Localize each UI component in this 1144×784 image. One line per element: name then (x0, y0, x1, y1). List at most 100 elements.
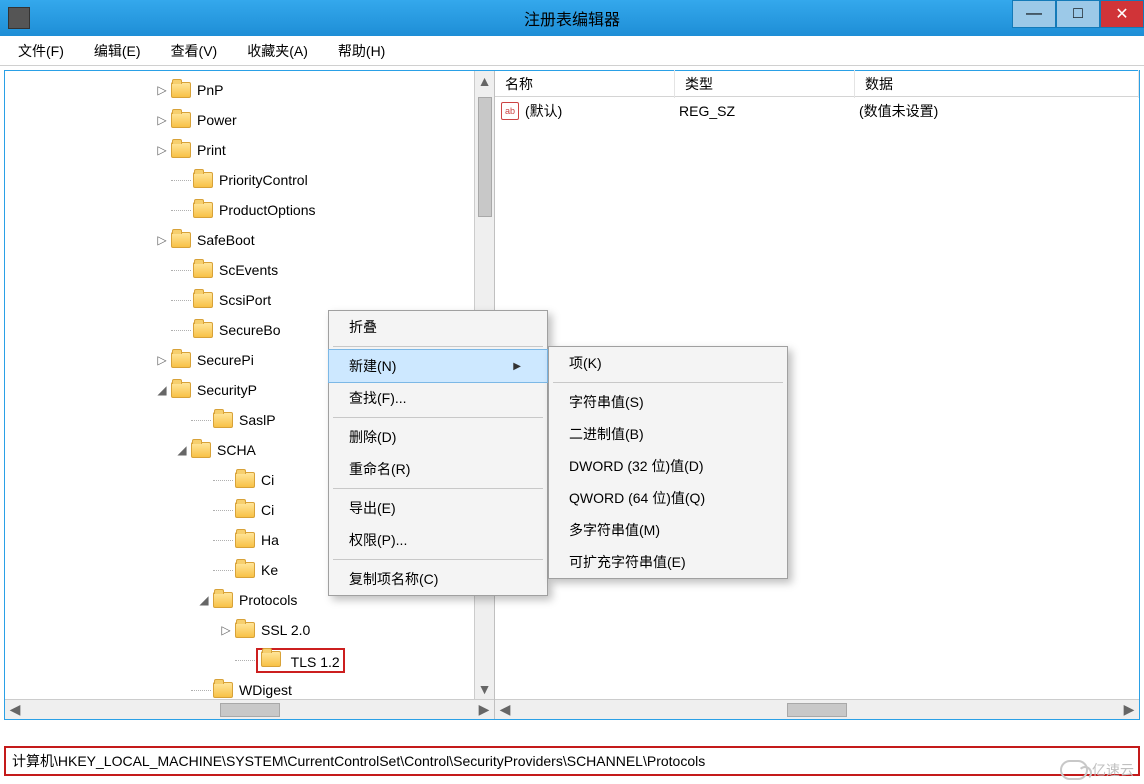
scroll-thumb[interactable] (478, 97, 492, 217)
menu-help[interactable]: 帮助(H) (332, 37, 391, 65)
scroll-thumb[interactable] (787, 703, 847, 717)
tree-horizontal-scrollbar[interactable]: ◀ ▶ (5, 699, 494, 719)
folder-icon (213, 592, 233, 608)
tree-item-wdigest[interactable]: WDigest (5, 675, 494, 699)
tree-item-ssl-2-0[interactable]: ▷SSL 2.0 (5, 615, 494, 645)
ctx-delete[interactable]: 删除(D) (329, 421, 547, 453)
ctx-rename[interactable]: 重命名(R) (329, 453, 547, 485)
ctx-new[interactable]: 新建(N) ▶ (329, 350, 547, 382)
tree-item-power[interactable]: ▷ Power (5, 105, 494, 135)
ctx-new-multi-string-label: 多字符串值(M) (569, 520, 660, 540)
tree-item-label: Protocols (239, 592, 297, 608)
folder-icon (171, 82, 191, 98)
folder-icon (193, 172, 213, 188)
column-type[interactable]: 类型 (675, 70, 855, 98)
tree-item-scevents[interactable]: ScEvents (5, 255, 494, 285)
ctx-export[interactable]: 导出(E) (329, 492, 547, 524)
column-name[interactable]: 名称 (495, 70, 675, 98)
folder-icon (171, 232, 191, 248)
menu-bar: 文件(F) 编辑(E) 查看(V) 收藏夹(A) 帮助(H) (0, 36, 1144, 66)
tree-item-label: Ke (261, 562, 278, 578)
ctx-copy-key-name[interactable]: 复制项名称(C) (329, 563, 547, 595)
tree-item-safeboot[interactable]: ▷ SafeBoot (5, 225, 494, 255)
close-button[interactable]: ✕ (1100, 0, 1144, 28)
tree-item-label: PriorityControl (219, 172, 308, 188)
ctx-new-multi-string[interactable]: 多字符串值(M) (549, 514, 787, 546)
ctx-find[interactable]: 查找(F)... (329, 382, 547, 414)
tree-item-tls-1-2[interactable]: TLS 1.2 (5, 645, 494, 675)
scroll-down-icon[interactable]: ▼ (475, 679, 494, 699)
folder-icon (193, 292, 213, 308)
ctx-new-qword[interactable]: QWORD (64 位)值(Q) (549, 482, 787, 514)
tree-item-label: ScsiPort (219, 292, 271, 308)
separator (553, 382, 783, 383)
folder-icon (193, 202, 213, 218)
minimize-button[interactable]: — (1012, 0, 1056, 28)
tree-item-label: Ci (261, 502, 274, 518)
ctx-new-binary-label: 二进制值(B) (569, 424, 644, 444)
menu-file[interactable]: 文件(F) (12, 37, 70, 65)
ctx-new-key[interactable]: 项(K) (549, 347, 787, 379)
expander-icon[interactable]: ▷ (155, 113, 169, 127)
folder-icon (171, 352, 191, 368)
folder-icon (213, 412, 233, 428)
context-menu: 折叠 新建(N) ▶ 查找(F)... 删除(D) 重命名(R) 导出(E) 权… (328, 310, 548, 596)
scroll-thumb[interactable] (220, 703, 280, 717)
folder-icon (171, 142, 191, 158)
scroll-right-icon[interactable]: ▶ (474, 701, 494, 718)
window-title: 注册表编辑器 (524, 6, 620, 30)
tree-connector (235, 660, 255, 661)
scroll-up-icon[interactable]: ▲ (475, 71, 494, 91)
folder-icon (235, 532, 255, 548)
tree-item-label: Ci (261, 472, 274, 488)
ctx-copy-key-name-label: 复制项名称(C) (349, 569, 438, 589)
column-data[interactable]: 数据 (855, 70, 1139, 98)
menu-edit[interactable]: 编辑(E) (88, 37, 147, 65)
tree-item-productoptions[interactable]: ProductOptions (5, 195, 494, 225)
ctx-permissions-label: 权限(P)... (349, 530, 407, 550)
values-horizontal-scrollbar[interactable]: ◀ ▶ (495, 699, 1139, 719)
tree-connector (213, 540, 233, 541)
ctx-new-expandable-string[interactable]: 可扩充字符串值(E) (549, 546, 787, 578)
maximize-button[interactable]: □ (1056, 0, 1100, 28)
expander-icon[interactable]: ▷ (155, 233, 169, 247)
tree-item-label: ProductOptions (219, 202, 316, 218)
tree-item-label: SafeBoot (197, 232, 255, 248)
scroll-right-icon[interactable]: ▶ (1119, 701, 1139, 718)
tree-connector (171, 180, 191, 181)
value-name: (默认) (525, 101, 679, 121)
tree-item-label: SCHA (217, 442, 256, 458)
ctx-new-binary[interactable]: 二进制值(B) (549, 418, 787, 450)
tree-connector (171, 300, 191, 301)
expander-icon[interactable]: ▷ (155, 353, 169, 367)
tree-item-label: Ha (261, 532, 279, 548)
tree-item-pnp[interactable]: ▷PnP (5, 75, 494, 105)
menu-favorites[interactable]: 收藏夹(A) (241, 37, 314, 65)
watermark: 亿速云 (1060, 760, 1134, 780)
expander-icon[interactable]: ◢ (155, 383, 169, 397)
ctx-permissions[interactable]: 权限(P)... (329, 524, 547, 556)
expander-icon[interactable]: ▷ (155, 83, 169, 97)
menu-view[interactable]: 查看(V) (165, 37, 224, 65)
folder-icon (193, 322, 213, 338)
ctx-new-string[interactable]: 字符串值(S) (549, 386, 787, 418)
tree-item-prioritycontrol[interactable]: PriorityControl (5, 165, 494, 195)
tree-connector (213, 510, 233, 511)
value-data: (数值未设置) (859, 101, 1139, 121)
ctx-new-dword-label: DWORD (32 位)值(D) (569, 456, 704, 476)
value-row[interactable]: ab (默认) REG_SZ (数值未设置) (495, 97, 1139, 125)
scroll-left-icon[interactable]: ◀ (5, 701, 25, 718)
selected-key-highlight: TLS 1.2 (257, 649, 344, 672)
expander-icon[interactable]: ▷ (155, 143, 169, 157)
ctx-new-dword[interactable]: DWORD (32 位)值(D) (549, 450, 787, 482)
tree-item-label: Power (197, 112, 237, 128)
expander-icon[interactable]: ▷ (219, 623, 233, 637)
folder-icon (235, 502, 255, 518)
ctx-collapse[interactable]: 折叠 (329, 311, 547, 343)
tree-item-print[interactable]: ▷Print (5, 135, 494, 165)
folder-icon (193, 262, 213, 278)
expander-icon[interactable]: ◢ (175, 443, 189, 457)
expander-icon[interactable]: ◢ (197, 593, 211, 607)
separator (333, 488, 543, 489)
scroll-left-icon[interactable]: ◀ (495, 701, 515, 718)
